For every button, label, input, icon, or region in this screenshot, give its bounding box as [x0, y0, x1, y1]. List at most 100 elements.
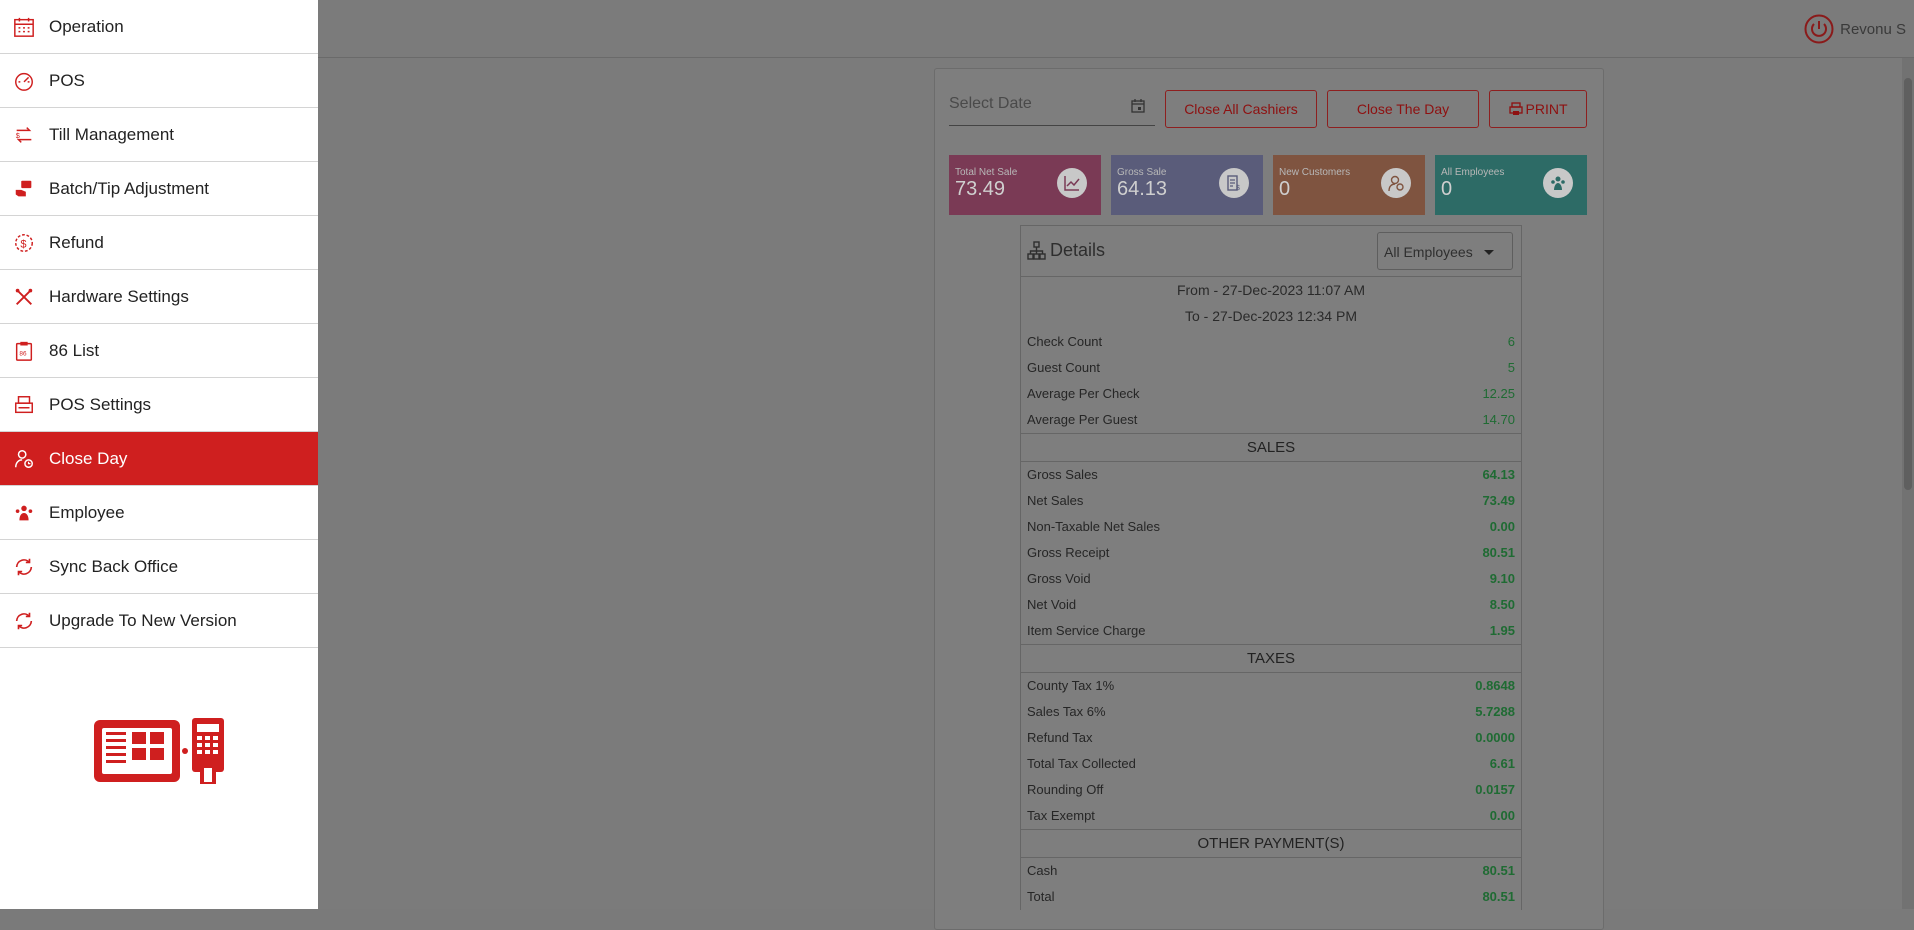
detail-row: Net Sales 73.49 — [1021, 488, 1521, 514]
detail-row: Sales Tax 6% 5.7288 — [1021, 699, 1521, 725]
sidebar-item-label: 86 List — [49, 340, 100, 360]
employees-icon — [1543, 168, 1573, 198]
sidebar: Operation POS $ Till Management Batch/Ti… — [0, 0, 318, 909]
close-the-day-button[interactable]: Close The Day — [1327, 90, 1479, 128]
detail-row: Refund Tax 0.0000 — [1021, 725, 1521, 751]
gauge-icon — [12, 69, 36, 93]
chevron-down-icon — [1484, 250, 1494, 255]
to-date: To - 27-Dec-2023 12:34 PM — [1185, 308, 1357, 324]
detail-row-label: Check Count — [1027, 334, 1103, 349]
detail-row-label: Guest Count — [1027, 360, 1100, 375]
detail-row-value: 0.00 — [1489, 808, 1515, 823]
calendar-icon[interactable] — [1131, 99, 1145, 113]
sitemap-icon — [1027, 241, 1046, 260]
sidebar-item-label: Operation — [49, 16, 124, 36]
detail-row-value: 6.61 — [1489, 756, 1515, 771]
detail-row-value: 8.50 — [1489, 597, 1515, 612]
sidebar-item-upgrade[interactable]: Upgrade To New Version — [0, 594, 318, 648]
detail-row-label: County Tax 1% — [1027, 678, 1115, 693]
detail-row-label: Net Void — [1027, 597, 1077, 612]
sidebar-item-till-management[interactable]: $ Till Management — [0, 108, 318, 162]
detail-row-value: 0.0157 — [1475, 782, 1515, 797]
sidebar-item-employee[interactable]: Employee — [0, 486, 318, 540]
stat-card-all-employees: All Employees 0 — [1435, 155, 1587, 215]
close-day-panel: Select Date Close All Cashiers Close The… — [934, 68, 1604, 930]
clipboard-icon: 86 — [12, 339, 36, 363]
employee-filter-select[interactable]: All Employees — [1377, 232, 1513, 270]
detail-row: Tax Exempt 0.00 — [1021, 803, 1521, 829]
detail-row-value: 9.10 — [1489, 571, 1515, 586]
section-taxes-title: TAXES — [1021, 644, 1521, 673]
stat-card-total-net-sale: Total Net Sale 73.49 — [949, 155, 1101, 215]
section-payments-title: OTHER PAYMENT(S) — [1021, 829, 1521, 858]
sidebar-item-refund[interactable]: $ Refund — [0, 216, 318, 270]
sidebar-item-operation[interactable]: Operation — [0, 0, 318, 54]
date-picker[interactable]: Select Date — [949, 89, 1155, 126]
sidebar-item-batch-tip[interactable]: Batch/Tip Adjustment — [0, 162, 318, 216]
date-placeholder: Select Date — [949, 95, 1032, 112]
sidebar-item-label: Employee — [49, 502, 125, 522]
sidebar-item-label: Batch/Tip Adjustment — [49, 178, 210, 198]
svg-text:$: $ — [20, 238, 26, 250]
details-title: Details — [1027, 240, 1105, 261]
print-button[interactable]: PRINT — [1489, 90, 1587, 128]
main-overlay: Revonu S Select Date Close All Cashiers … — [318, 0, 1914, 930]
user-icon — [1381, 168, 1411, 198]
detail-row: Rounding Off 0.0157 — [1021, 777, 1521, 803]
detail-row: Check Count 6 — [1021, 329, 1521, 355]
stat-card-new-customers: New Customers 0 — [1273, 155, 1425, 215]
detail-row-value: 1.95 — [1489, 623, 1515, 638]
detail-row-label: Average Per Check — [1027, 386, 1140, 401]
sidebar-item-sync-back-office[interactable]: Sync Back Office — [0, 540, 318, 594]
details-title-text: Details — [1050, 240, 1106, 260]
print-label: PRINT — [1525, 101, 1568, 117]
detail-row-label: Total — [1027, 889, 1055, 904]
detail-row-value: 12.25 — [1482, 386, 1515, 401]
hand-card-icon — [12, 177, 36, 201]
svg-text:$: $ — [16, 130, 20, 139]
sidebar-item-86-list[interactable]: 86 86 List — [0, 324, 318, 378]
detail-row-label: Rounding Off — [1027, 782, 1104, 797]
transfer-icon: $ — [12, 123, 36, 147]
refund-icon: $ — [12, 231, 36, 255]
detail-row-label: Net Sales — [1027, 493, 1084, 508]
details-header: Details All Employees — [1021, 226, 1521, 277]
detail-row-value: 5.7288 — [1475, 704, 1515, 719]
detail-row: Total Tax Collected 6.61 — [1021, 751, 1521, 777]
sidebar-item-close-day[interactable]: Close Day — [0, 432, 318, 486]
scrollbar-thumb[interactable] — [1904, 78, 1912, 490]
detail-row: Guest Count 5 — [1021, 355, 1521, 381]
sales-list: Gross Sales 64.13 Net Sales 73.49 Non-Taxabl… — [1021, 462, 1521, 644]
svg-text:$: $ — [1236, 185, 1240, 192]
close-all-cashiers-button[interactable]: Close All Cashiers — [1165, 90, 1317, 128]
stat-card-gross-sale: Gross Sale 64.13 $ — [1111, 155, 1263, 215]
sidebar-item-label: POS — [49, 70, 85, 90]
detail-row: Gross Void 9.10 — [1021, 566, 1521, 592]
user-menu[interactable]: Revonu S — [1804, 14, 1906, 44]
detail-row-label: Gross Void — [1027, 571, 1091, 586]
detail-row-label: Sales Tax 6% — [1027, 704, 1106, 719]
detail-row-label: Non-Taxable Net Sales — [1027, 519, 1160, 534]
user-clock-icon — [12, 447, 36, 471]
pos-terminal-logo — [94, 718, 224, 784]
detail-row: Cash 80.51 — [1021, 858, 1521, 884]
sidebar-item-hardware-settings[interactable]: Hardware Settings — [0, 270, 318, 324]
detail-row-value: 5 — [1507, 360, 1515, 375]
detail-row-label: Cash — [1027, 863, 1058, 878]
details-card: Details All Employees From - 27-Dec-2023… — [1020, 225, 1522, 910]
detail-row: County Tax 1% 0.8648 — [1021, 673, 1521, 699]
detail-row-label: Total Tax Collected — [1027, 756, 1136, 771]
sidebar-item-pos[interactable]: POS — [0, 54, 318, 108]
detail-row-value: 80.51 — [1482, 889, 1515, 904]
chart-line-icon — [1057, 168, 1087, 198]
detail-row: Gross Sales 64.13 — [1021, 462, 1521, 488]
user-name: Revonu S — [1840, 20, 1906, 38]
detail-row: Average Per Guest 14.70 — [1021, 407, 1521, 433]
calendar-icon — [12, 15, 36, 39]
detail-row-label: Gross Receipt — [1027, 545, 1110, 560]
receipt-icon: $ — [1219, 168, 1249, 198]
sidebar-item-label: Hardware Settings — [49, 286, 189, 306]
detail-row: Gross Receipt 80.51 — [1021, 540, 1521, 566]
sidebar-item-pos-settings[interactable]: POS Settings — [0, 378, 318, 432]
power-icon[interactable] — [1804, 14, 1834, 44]
